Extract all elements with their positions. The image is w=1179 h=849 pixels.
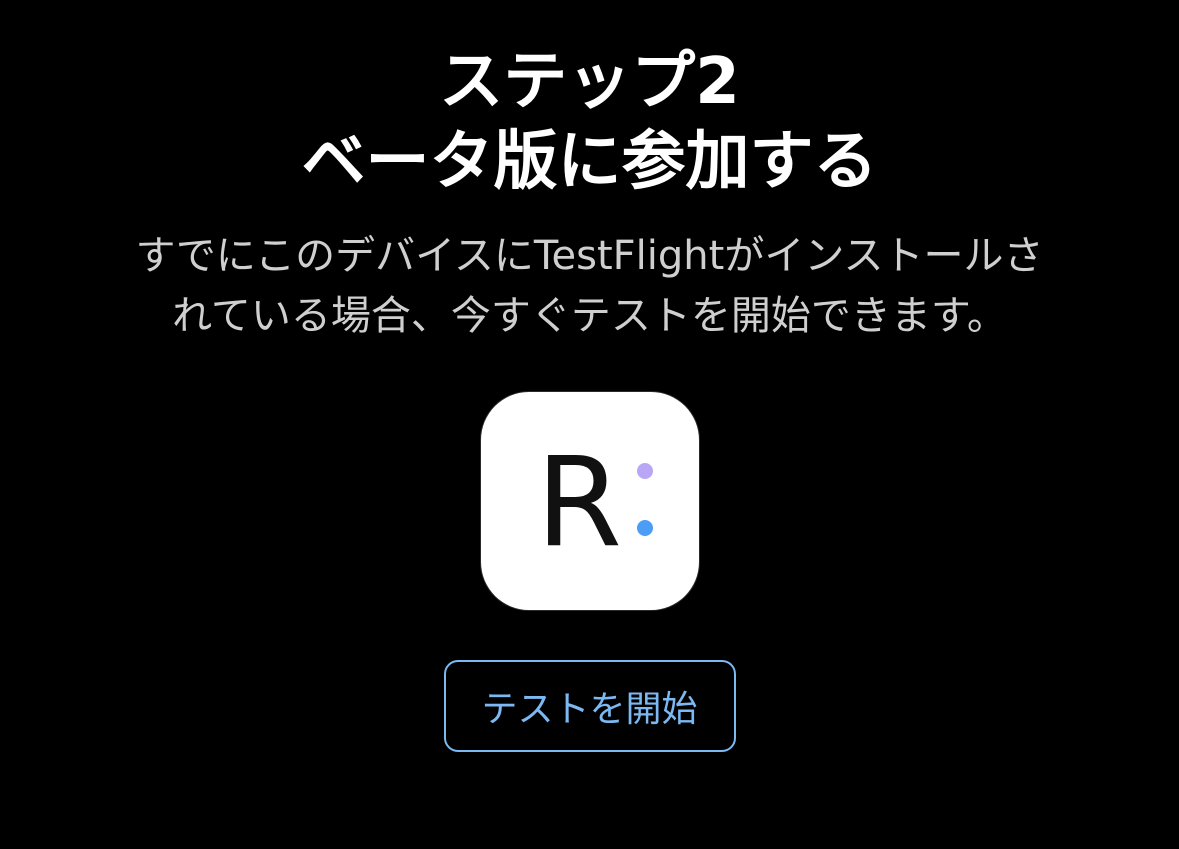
instruction-text: すでにこのデバイスにTestFlightがインストールさ れている場合、今すぐテ… (80, 226, 1100, 346)
beta-join-page: ステップ2 ベータ版に参加する すでにこのデバイスにTestFlightがインス… (0, 0, 1179, 849)
app-logo-letter: R (535, 431, 621, 575)
start-test-button[interactable]: テストを開始 (443, 660, 736, 752)
instruction-line2: れている場合、今すぐテストを開始できます。 (172, 293, 1007, 339)
app-icon: R (480, 392, 699, 610)
app-logo-dot-bottom (636, 520, 653, 536)
step-title-line2: ベータ版に参加する (301, 125, 878, 199)
step-title: ステップ2 ベータ版に参加する (302, 42, 878, 202)
app-logo-icon: R (535, 431, 653, 575)
step-title-line1: ステップ2 (439, 45, 740, 119)
instruction-line1: すでにこのデバイスにTestFlightがインストールさ (135, 233, 1044, 279)
app-logo-dot-top (636, 463, 653, 479)
